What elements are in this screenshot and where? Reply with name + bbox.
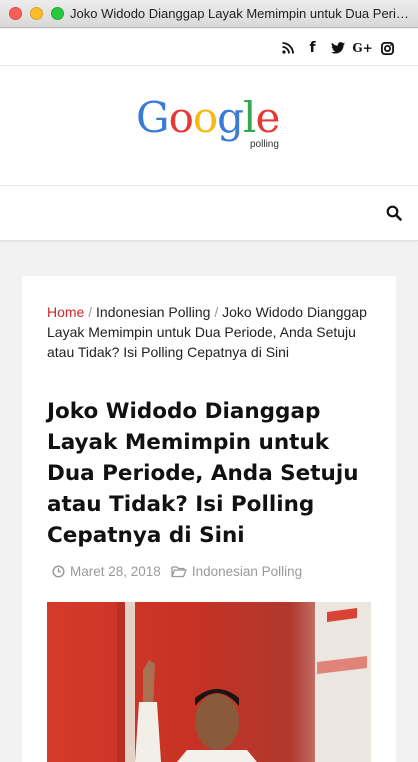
zoom-window-button[interactable] (51, 7, 64, 20)
google-plus-glyph: G+ (352, 41, 373, 55)
folder-icon (171, 565, 188, 579)
site-header: Google polling (0, 66, 418, 186)
post-date[interactable]: Maret 28, 2018 (70, 564, 161, 579)
logo-letter: e (255, 93, 280, 142)
breadcrumb: Home / Indonesian Polling / Joko Widodo … (47, 302, 377, 362)
logo-letter: g (217, 93, 244, 142)
clock-icon (52, 564, 66, 579)
window-titlebar: Joko Widodo Dianggap Layak Memimpin untu… (0, 0, 418, 28)
facebook-glyph: f (309, 40, 316, 56)
breadcrumb-home-link[interactable]: Home (47, 304, 84, 320)
featured-image[interactable] (47, 602, 371, 762)
social-icons: f G+ (275, 40, 400, 56)
post-category-link[interactable]: Indonesian Polling (192, 564, 302, 579)
post-meta: Maret 28, 2018 Indonesian Polling (52, 564, 302, 579)
twitter-icon[interactable] (325, 40, 350, 56)
nav-bar (0, 186, 418, 241)
facebook-icon[interactable]: f (300, 40, 325, 56)
search-icon (386, 205, 402, 221)
google-plus-icon[interactable]: G+ (350, 40, 375, 56)
search-button[interactable] (386, 205, 404, 223)
article-card: Home / Indonesian Polling / Joko Widodo … (22, 276, 396, 762)
minimize-window-button[interactable] (30, 7, 43, 20)
post-title: Joko Widodo Dianggap Layak Memimpin untu… (47, 399, 359, 548)
logo-letter: o (168, 93, 194, 142)
breadcrumb-separator: / (88, 304, 93, 320)
close-window-button[interactable] (9, 7, 22, 20)
window-controls (0, 7, 64, 20)
breadcrumb-category-link[interactable]: Indonesian Polling (96, 304, 210, 320)
window-title: Joko Widodo Dianggap Layak Memimpin untu… (70, 6, 414, 21)
social-bar: f G+ (0, 29, 418, 66)
instagram-icon[interactable] (375, 40, 400, 56)
logo-subtitle: polling (250, 139, 279, 150)
logo-letter: o (192, 93, 218, 142)
logo-letter: l (243, 93, 256, 142)
logo-letter: G (136, 93, 170, 142)
site-logo[interactable]: Google (136, 93, 280, 142)
breadcrumb-separator: / (214, 304, 219, 320)
rss-icon[interactable] (275, 40, 300, 56)
